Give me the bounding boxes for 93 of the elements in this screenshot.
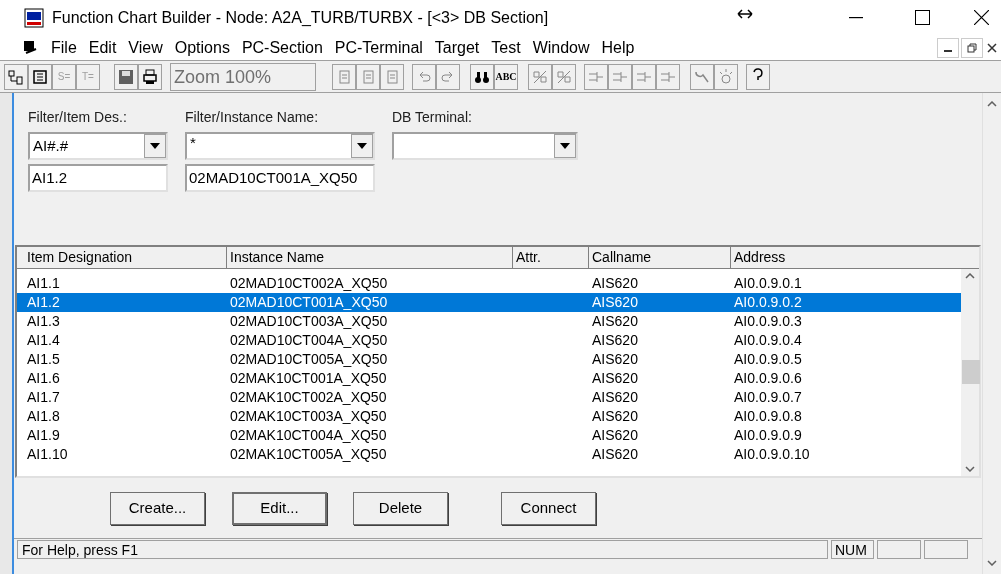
table-cell: 02MAK10CT005A_XQ50 <box>230 446 387 462</box>
scroll-down-icon[interactable] <box>987 560 997 566</box>
table-cell: AIS620 <box>592 370 638 386</box>
dialog-button[interactable]: Delete <box>353 491 448 525</box>
table-cell: AIS620 <box>592 408 638 424</box>
child-restore-button[interactable] <box>961 37 983 58</box>
table-cell: AI0.0.9.0.10 <box>734 446 810 462</box>
table-cell: AI0.0.9.0.8 <box>734 408 802 424</box>
table-cell: AIS620 <box>592 275 638 291</box>
app-icon <box>24 7 44 28</box>
table-cell: AIS620 <box>592 446 638 462</box>
list-scrollbar[interactable] <box>961 269 979 476</box>
text-field[interactable]: AI1.2 <box>28 164 168 192</box>
dropdown-arrow-icon[interactable] <box>357 143 367 149</box>
table-cell: AI0.0.9.0.1 <box>734 275 802 291</box>
filter-dropdown[interactable]: AI#.# <box>28 132 168 160</box>
table-cell: AI0.0.9.0.4 <box>734 332 802 348</box>
spell-check-button[interactable]: ABC <box>494 63 518 90</box>
filter-label: Filter/Instance Name: <box>185 108 320 127</box>
table-cell: 02MAD10CT005A_XQ50 <box>230 351 388 367</box>
dialog-button[interactable]: Edit... <box>232 491 327 525</box>
help-icon[interactable] <box>746 63 770 90</box>
window-title: Function Chart Builder - Node: A2A_TURB/TURBX - [<3> DB Section] <box>52 7 549 28</box>
menu-item[interactable]: Target <box>429 35 485 60</box>
scroll-down-icon[interactable] <box>965 466 975 472</box>
column-header[interactable]: Attr. <box>513 247 589 268</box>
zoom-field[interactable]: Zoom 100% <box>170 62 316 91</box>
table-cell: AI0.0.9.0.7 <box>734 389 802 405</box>
table-cell: 02MAK10CT001A_XQ50 <box>230 370 387 386</box>
table-cell: AI1.6 <box>27 370 60 386</box>
menu-item[interactable]: PC-Section <box>236 35 328 60</box>
table-cell: 02MAD10CT001A_XQ50 <box>230 294 388 310</box>
table-cell: AIS620 <box>592 294 638 310</box>
table-cell: 02MAK10CT002A_XQ50 <box>230 389 387 405</box>
filter-dropdown[interactable]: * <box>185 132 375 160</box>
column-header[interactable]: Instance Name <box>227 247 513 268</box>
menu-item[interactable]: Edit <box>83 35 122 60</box>
table-cell: AI0.0.9.0.3 <box>734 313 802 329</box>
column-header[interactable]: Item Designation <box>17 247 227 268</box>
maximize-icon[interactable] <box>915 10 930 25</box>
table-cell: AI0.0.9.0.5 <box>734 351 802 367</box>
table-cell: 02MAD10CT004A_XQ50 <box>230 332 388 348</box>
table-cell: 02MAD10CT002A_XQ50 <box>230 275 388 291</box>
dropdown-arrow-icon[interactable] <box>560 143 570 149</box>
table-cell: AIS620 <box>592 332 638 348</box>
dialog-button[interactable]: Create... <box>110 491 205 525</box>
table-cell: 02MAD10CT003A_XQ50 <box>230 313 388 329</box>
table-cell: AI0.0.9.0.6 <box>734 370 802 386</box>
scroll-up-icon[interactable] <box>965 273 975 279</box>
table-cell: AI1.3 <box>27 313 60 329</box>
dropdown-arrow-icon[interactable] <box>150 143 160 149</box>
table-cell: AI1.4 <box>27 332 60 348</box>
menu-item[interactable]: Window <box>527 35 595 60</box>
menu-item[interactable]: File <box>46 35 82 60</box>
table-row[interactable]: AI1.2 02MAD10CT001A_XQ50 AIS620 AI0.0.9.0.2 <box>17 293 961 312</box>
minimize-icon[interactable] <box>849 16 863 19</box>
resize-arrow-icon <box>737 8 753 19</box>
table-cell: AI1.1 <box>27 275 60 291</box>
filter-label: DB Terminal: <box>392 108 473 127</box>
num-lock-indicator: NUM <box>831 539 874 559</box>
table-cell: AI0.0.9.0.2 <box>734 294 802 310</box>
table-cell: 02MAK10CT004A_XQ50 <box>230 427 387 443</box>
scroll-thumb[interactable] <box>962 360 980 384</box>
table-cell: AIS620 <box>592 313 638 329</box>
table-cell: AI1.5 <box>27 351 60 367</box>
binoculars-icon[interactable] <box>470 63 494 90</box>
close-icon[interactable] <box>974 10 989 25</box>
table-cell: AI1.7 <box>27 389 60 405</box>
print-icon[interactable] <box>138 63 162 90</box>
filter-label: Filter/Item Des.: <box>28 108 128 127</box>
status-message: For Help, press F1 <box>17 539 828 559</box>
restore-icon <box>967 42 977 53</box>
table-cell: AI1.2 <box>27 294 60 310</box>
table-cell: 02MAK10CT003A_XQ50 <box>230 408 387 424</box>
save-icon[interactable] <box>114 63 138 90</box>
scroll-up-icon[interactable] <box>987 101 997 107</box>
table-cell: AIS620 <box>592 389 638 405</box>
table-cell: AIS620 <box>592 427 638 443</box>
menu-item[interactable]: View <box>123 35 168 60</box>
table-cell: AI0.0.9.0.9 <box>734 427 802 443</box>
table-cell: AIS620 <box>592 351 638 367</box>
table-cell: AI1.10 <box>27 446 68 462</box>
dialog-button[interactable]: Connect <box>501 491 596 525</box>
text-field[interactable]: 02MAD10CT001A_XQ50 <box>185 164 375 192</box>
menu-item[interactable]: Options <box>169 35 235 60</box>
column-header[interactable]: Callname <box>589 247 731 268</box>
menu-item[interactable]: PC-Terminal <box>329 35 428 60</box>
menu-item[interactable]: Help <box>596 35 640 60</box>
table-cell: AI1.9 <box>27 427 60 443</box>
child-minimize-button[interactable] <box>937 37 959 58</box>
tree-icon[interactable] <box>4 63 28 90</box>
table-cell: AI1.8 <box>27 408 60 424</box>
menu-item[interactable]: Test <box>486 35 526 60</box>
